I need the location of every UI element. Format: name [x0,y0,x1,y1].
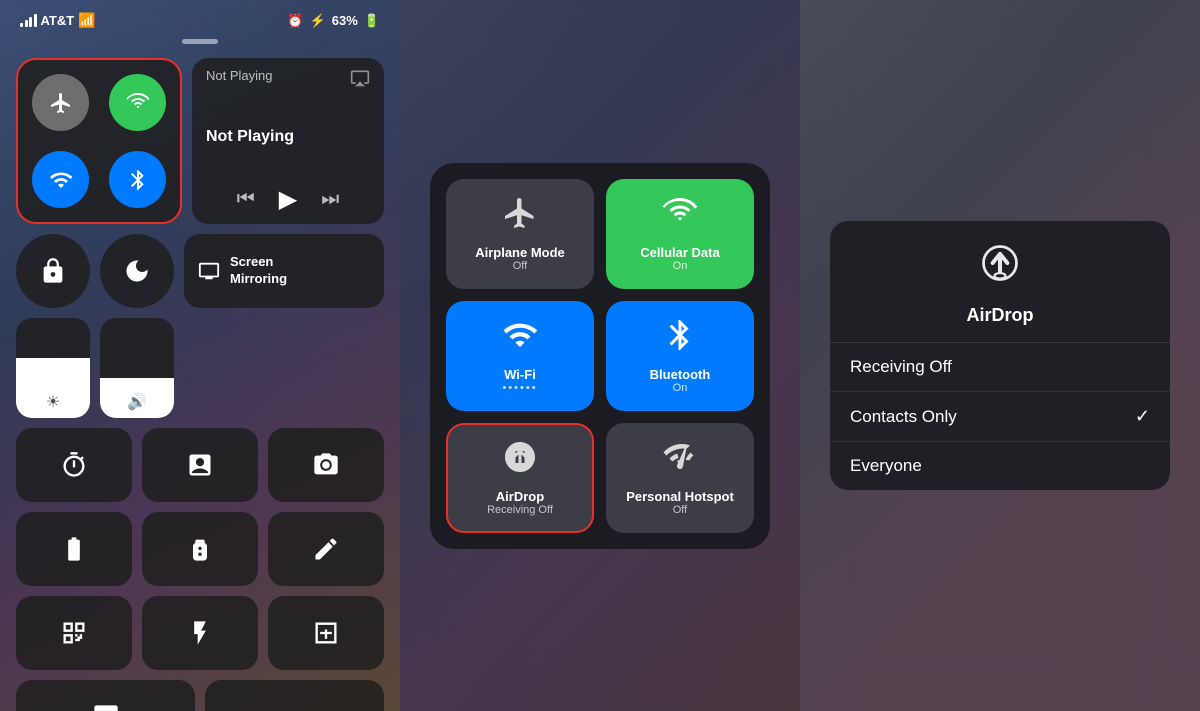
top-row: Not Playing Not Playing ⏮ ▶ ⏭ [16,58,384,224]
carrier-label: AT&T [41,13,75,28]
orientation-lock-button[interactable] [16,234,90,308]
hotspot-popup-label: Personal Hotspot Off [626,489,734,516]
airplane-popup-icon [502,195,538,239]
airdrop-option-contacts-only[interactable]: Contacts Only ✓ [830,392,1170,442]
wifi-icon: 📶 [78,12,95,29]
swipe-pill [182,39,218,44]
second-row: ScreenMirroring [16,234,384,308]
sleep-button[interactable] [205,680,384,711]
np-controls: ⏮ ▶ ⏭ [206,185,370,214]
screen-mirroring-label: ScreenMirroring [230,254,287,288]
bluetooth-button[interactable] [109,151,166,208]
wifi-button[interactable] [32,151,89,208]
signal-bar-3 [29,17,32,27]
status-right: ⏰ ⚡ 63% 🔋 [287,13,380,29]
battery-button[interactable] [16,512,132,586]
remote-button[interactable] [142,512,258,586]
signal-bar-2 [25,20,28,27]
signal-bar-1 [20,23,23,27]
signal-bars [20,14,37,27]
bottom-row [16,680,384,711]
contacts-only-label: Contacts Only [850,407,957,427]
contacts-only-checkmark: ✓ [1135,406,1150,427]
panel3-content: AirDrop Receiving Off Contacts Only ✓ Ev… [800,0,1200,711]
swipe-handle [0,33,400,50]
battery-icon: 🔋 [364,13,380,29]
screen-mirroring-button[interactable]: ScreenMirroring [184,234,384,308]
battery-label: 63% [332,13,358,28]
panel-airdrop-menu: AirDrop Receiving Off Contacts Only ✓ Ev… [800,0,1200,711]
panel-control-center: AT&T 📶 ⏰ ⚡ 63% 🔋 [0,0,400,711]
airdrop-popup-icon [502,439,538,483]
popup-airplane-button[interactable]: Airplane Mode Off [446,179,594,289]
forward-button[interactable]: ⏭ [321,188,339,211]
airdrop-popup-label: AirDrop Receiving Off [487,489,553,516]
airplay-icon[interactable] [350,68,370,93]
airdrop-menu: AirDrop Receiving Off Contacts Only ✓ Ev… [830,221,1170,490]
timer-button[interactable] [16,428,132,502]
app-icons-grid [16,428,384,670]
cc-content: Not Playing Not Playing ⏮ ▶ ⏭ [0,50,400,711]
cellular-button[interactable] [109,74,166,131]
everyone-label: Everyone [850,456,922,476]
airdrop-option-receiving-off[interactable]: Receiving Off [830,343,1170,392]
airdrop-menu-header: AirDrop [830,221,1170,343]
nfc-button[interactable] [16,680,195,711]
wifi-popup-label: Wi-Fi •••••• [502,367,537,394]
cc-popup: Airplane Mode Off Cellular Data On [430,163,770,549]
airdrop-options: Receiving Off Contacts Only ✓ Everyone [830,343,1170,490]
volume-slider[interactable]: 🔊 [100,318,174,418]
hotspot-popup-icon [662,439,698,483]
wifi-popup-icon [502,317,538,361]
receiving-off-label: Receiving Off [850,357,952,377]
connectivity-block [16,58,182,224]
cellular-popup-label: Cellular Data On [640,245,719,272]
not-playing-text: Not Playing [206,128,370,146]
bluetooth-popup-label: Bluetooth On [650,367,711,394]
sliders-row: ☀ 🔊 [16,318,384,418]
calculator-button[interactable] [142,428,258,502]
airdrop-menu-title: AirDrop [967,305,1034,326]
notes-button[interactable] [268,596,384,670]
charging-icon: ⚡ [310,13,326,29]
cc-popup-grid: Airplane Mode Off Cellular Data On [446,179,754,533]
panel-airdrop-popup: Airplane Mode Off Cellular Data On [400,0,800,711]
popup-bluetooth-button[interactable]: Bluetooth On [606,301,754,411]
qr-button[interactable] [16,596,132,670]
camera-button[interactable] [268,428,384,502]
now-playing-panel: Not Playing Not Playing ⏮ ▶ ⏭ [192,58,384,224]
airplane-popup-label: Airplane Mode Off [475,245,565,272]
np-top: Not Playing [206,68,370,93]
popup-wifi-button[interactable]: Wi-Fi •••••• [446,301,594,411]
airdrop-menu-icon [978,241,1022,295]
alarm-icon: ⏰ [287,13,303,29]
rewind-button[interactable]: ⏮ [237,188,255,211]
popup-hotspot-button[interactable]: Personal Hotspot Off [606,423,754,533]
do-not-disturb-button[interactable] [100,234,174,308]
play-button[interactable]: ▶ [279,185,297,214]
bluetooth-popup-icon [662,317,698,361]
airdrop-option-everyone[interactable]: Everyone [830,442,1170,490]
np-label: Not Playing [206,68,272,83]
airplane-button[interactable] [32,74,89,131]
status-bar: AT&T 📶 ⏰ ⚡ 63% 🔋 [0,0,400,33]
popup-airdrop-button[interactable]: AirDrop Receiving Off [446,423,594,533]
panel2-content: Airplane Mode Off Cellular Data On [400,0,800,711]
brightness-slider[interactable]: ☀ [16,318,90,418]
signal-bar-4 [34,14,37,27]
pencil-button[interactable] [268,512,384,586]
cellular-popup-icon [662,195,698,239]
popup-cellular-button[interactable]: Cellular Data On [606,179,754,289]
status-left: AT&T 📶 [20,12,96,29]
flashlight-button[interactable] [142,596,258,670]
